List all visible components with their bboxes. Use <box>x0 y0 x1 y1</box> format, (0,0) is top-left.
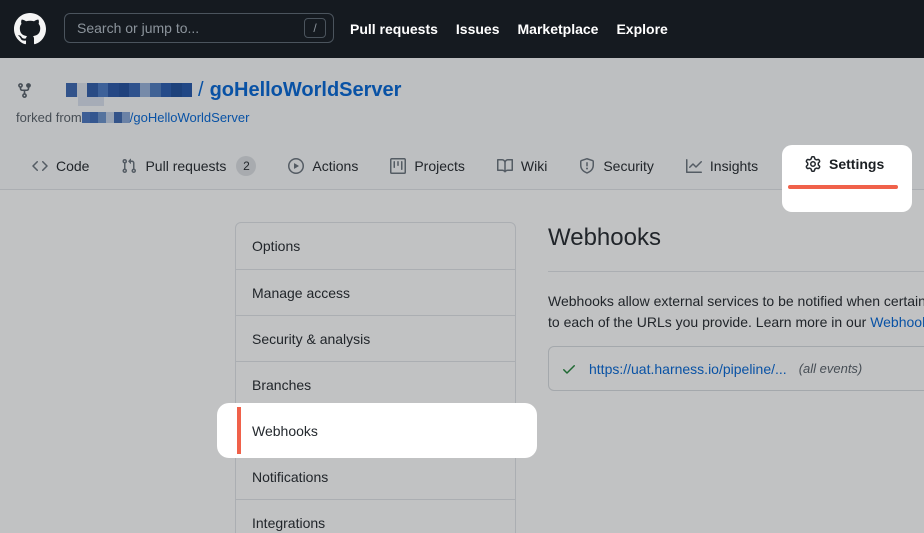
nav-explore[interactable]: Explore <box>616 21 667 37</box>
global-header: / Pull requests Issues Marketplace Explo… <box>0 0 924 58</box>
search-input[interactable] <box>65 14 333 42</box>
tab-settings-label: Settings <box>829 156 884 172</box>
github-logo[interactable] <box>14 13 46 45</box>
gear-icon <box>805 156 821 172</box>
webhooks-item-spotlight[interactable]: Webhooks <box>217 403 537 458</box>
selected-tab-underline <box>788 185 898 189</box>
header-nav: Pull requests Issues Marketplace Explore <box>350 0 668 58</box>
dim-overlay <box>0 58 924 533</box>
selected-item-accent-bar <box>237 407 241 454</box>
nav-marketplace[interactable]: Marketplace <box>518 21 599 37</box>
global-search: / <box>64 13 334 43</box>
github-repo-settings-page: / Pull requests Issues Marketplace Explo… <box>0 0 924 533</box>
settings-tab-spotlight[interactable]: Settings <box>782 145 912 212</box>
nav-issues[interactable]: Issues <box>456 21 500 37</box>
slash-shortcut-key: / <box>304 18 326 38</box>
sidebar-item-webhooks-label: Webhooks <box>252 403 318 458</box>
nav-pull-requests[interactable]: Pull requests <box>350 21 438 37</box>
